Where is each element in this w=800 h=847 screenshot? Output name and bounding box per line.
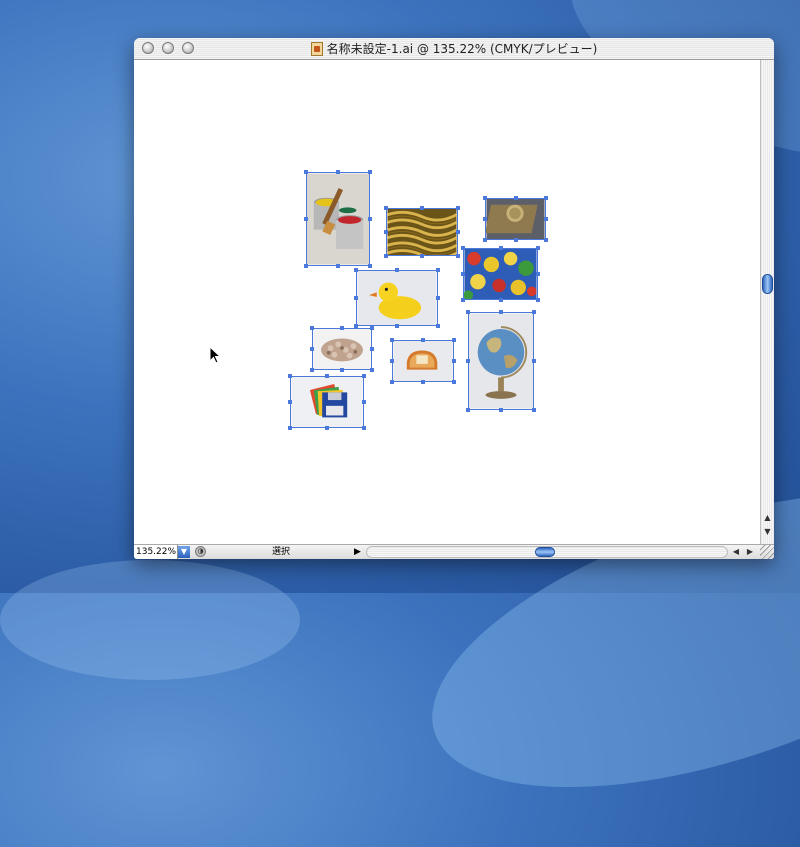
floppy-disks-image[interactable] [288, 374, 366, 430]
rubber-duck-graphic [357, 271, 437, 325]
horizontal-scrollbar[interactable] [366, 546, 728, 558]
illustrator-document-icon [310, 41, 323, 56]
document-window: 名称未設定-1.ai @ 135.22% (CMYK/プレビュー) ▲ ▼ 13… [134, 38, 774, 559]
floppy-disks-graphic [291, 377, 363, 427]
globe-graphic [469, 313, 533, 409]
scroll-top-cap [761, 60, 774, 72]
artboard-canvas[interactable] [134, 60, 760, 544]
window-title: 名称未設定-1.ai @ 135.22% (CMYK/プレビュー) [326, 42, 598, 56]
zoom-level-field[interactable]: 135.22% [134, 545, 178, 559]
scroll-down-arrow-icon[interactable]: ▼ [761, 526, 774, 538]
status-info-icon[interactable]: ◑ [195, 546, 206, 557]
resize-grip-icon[interactable] [760, 545, 774, 559]
status-menu-arrow-icon[interactable]: ▶ [354, 545, 361, 559]
coins-pile-graphic [313, 329, 371, 369]
scroll-up-arrow-icon[interactable]: ▲ [761, 512, 774, 524]
rope-image[interactable] [384, 206, 460, 258]
paint-cans-image[interactable] [304, 170, 372, 268]
title-bar[interactable]: 名称未設定-1.ai @ 135.22% (CMYK/プレビュー) [134, 38, 774, 60]
zoom-dropdown-icon[interactable]: ▼ [178, 546, 190, 558]
coin-image[interactable] [483, 196, 548, 242]
coin-graphic [486, 199, 545, 239]
pushpins-image[interactable] [461, 246, 540, 302]
scroll-right-arrow-icon[interactable]: ▶ [744, 545, 756, 559]
pushpins-graphic [464, 249, 537, 299]
paint-cans-graphic [307, 173, 369, 265]
toast-image[interactable] [390, 338, 456, 384]
current-tool-label: 選択 [272, 547, 291, 557]
status-bar: 135.22% ▼ ◑ 選択 ▶ ◀ ▶ [134, 544, 774, 559]
vertical-scroll-thumb[interactable] [762, 274, 773, 294]
coins-pile-image[interactable] [310, 326, 374, 372]
mouse-pointer-icon [209, 346, 221, 364]
vertical-scrollbar[interactable]: ▲ ▼ [760, 60, 774, 544]
globe-image[interactable] [466, 310, 536, 412]
scroll-left-arrow-icon[interactable]: ◀ [730, 545, 742, 559]
rope-graphic [387, 209, 457, 255]
horizontal-scroll-thumb[interactable] [535, 547, 555, 557]
rubber-duck-image[interactable] [354, 268, 440, 328]
toast-graphic [393, 341, 453, 381]
